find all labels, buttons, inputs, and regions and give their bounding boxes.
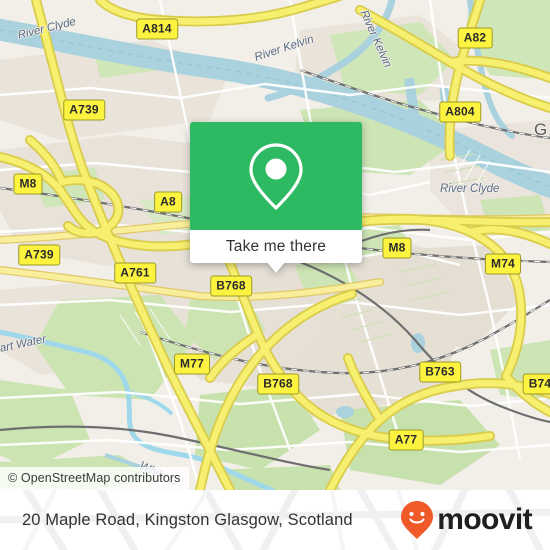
callout-pointer-tail (267, 262, 285, 273)
road-shield: M8 (13, 173, 43, 195)
road-shield: M77 (174, 353, 210, 375)
take-me-there-button[interactable]: Take me there (190, 230, 362, 263)
road-shield: M74 (485, 253, 521, 275)
location-callout-card[interactable]: Take me there (190, 122, 362, 273)
map-canvas[interactable]: A814 A82 A739 A804 M8 A8 M8 M74 A739 A761 B768 M77 B… (0, 0, 550, 490)
road-shield: B768 (257, 373, 299, 395)
road-shield: A739 (18, 244, 60, 266)
road-shield: B768 (210, 275, 252, 297)
road-shield: A77 (388, 429, 424, 451)
road-shield: A804 (439, 101, 481, 123)
road-shield: A739 (63, 99, 105, 121)
location-pin-icon (249, 143, 303, 210)
take-me-there-label: Take me there (225, 237, 327, 255)
moovit-pin-smiley-icon (401, 501, 434, 539)
road-shield: B763 (419, 361, 461, 383)
place-label: G (534, 120, 548, 139)
moovit-logo[interactable]: moovit (400, 500, 533, 540)
moovit-wordmark: moovit (437, 503, 532, 536)
road-shield: M8 (382, 237, 412, 259)
footer-bar: 20 Maple Road, Kingston Glasgow, Scotlan… (0, 490, 550, 550)
road-shield: A814 (136, 18, 178, 40)
osm-attribution[interactable]: © OpenStreetMap contributors (0, 467, 189, 490)
water-label: River Clyde (440, 183, 500, 195)
road-shield: A8 (154, 191, 182, 213)
road-shield: B74 (522, 373, 550, 395)
callout-image-area (190, 122, 362, 230)
address-text: 20 Maple Road, Kingston Glasgow, Scotlan… (22, 510, 353, 529)
moovit-map-screen: A814 A82 A739 A804 M8 A8 M8 M74 A739 A761 B768 M77 B… (0, 0, 550, 550)
road-shield: A761 (114, 262, 156, 284)
road-shield: A82 (457, 27, 493, 49)
